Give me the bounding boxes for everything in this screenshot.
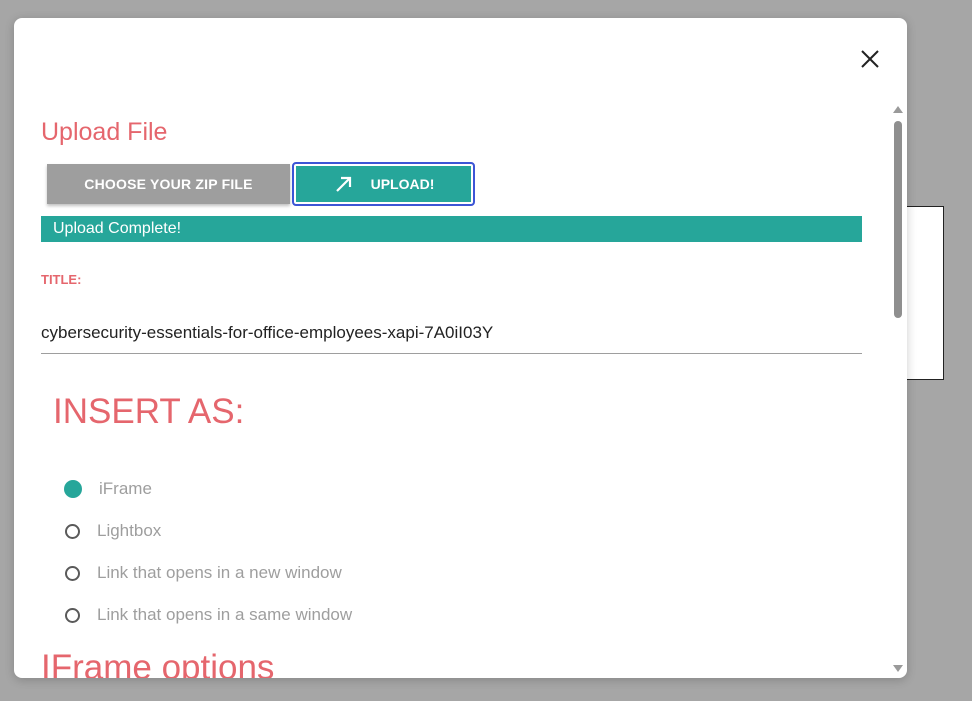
- insert-as-heading: INSERT AS:: [53, 392, 245, 431]
- radio-option-new-window[interactable]: Link that opens in a new window: [65, 552, 352, 594]
- radio-label: iFrame: [99, 479, 152, 498]
- radio-unchecked-icon: [65, 607, 80, 623]
- upload-status: Upload Complete!: [53, 220, 182, 237]
- radio-label: Link that opens in a same window: [97, 605, 353, 624]
- insert-as-options: iFrame Lightbox Link that opens in a new…: [64, 468, 352, 636]
- upload-button-label: UPLOAD!: [370, 176, 435, 192]
- radio-option-iframe[interactable]: iFrame: [64, 468, 352, 510]
- choose-zip-button[interactable]: CHOOSE YOUR ZIP FILE: [47, 164, 290, 204]
- radio-option-lightbox[interactable]: Lightbox: [65, 510, 352, 552]
- upload-progress-bar: Upload Complete!: [41, 216, 862, 242]
- scroll-thumb[interactable]: [894, 121, 902, 318]
- title-input[interactable]: [41, 312, 862, 354]
- radio-unchecked-icon: [65, 523, 80, 539]
- radio-option-same-window[interactable]: Link that opens in a same window: [65, 594, 352, 636]
- radio-label: Link that opens in a new window: [97, 563, 342, 582]
- scroll-down-icon[interactable]: [893, 665, 903, 672]
- radio-unchecked-icon: [65, 565, 80, 581]
- iframe-options-heading: IFrame options: [41, 648, 275, 678]
- upload-button[interactable]: UPLOAD!: [292, 162, 475, 206]
- upload-modal: Upload File CHOOSE YOUR ZIP FILE UPLOAD!…: [14, 18, 907, 678]
- upload-heading: Upload File: [41, 118, 168, 146]
- radio-checked-icon: [64, 480, 82, 498]
- modal-content: Upload File CHOOSE YOUR ZIP FILE UPLOAD!…: [41, 18, 862, 678]
- scroll-up-icon[interactable]: [893, 106, 903, 113]
- scrollbar[interactable]: [890, 104, 906, 676]
- arrow-up-right-icon: [335, 176, 351, 192]
- title-label: TITLE:: [41, 272, 82, 287]
- radio-label: Lightbox: [97, 521, 162, 540]
